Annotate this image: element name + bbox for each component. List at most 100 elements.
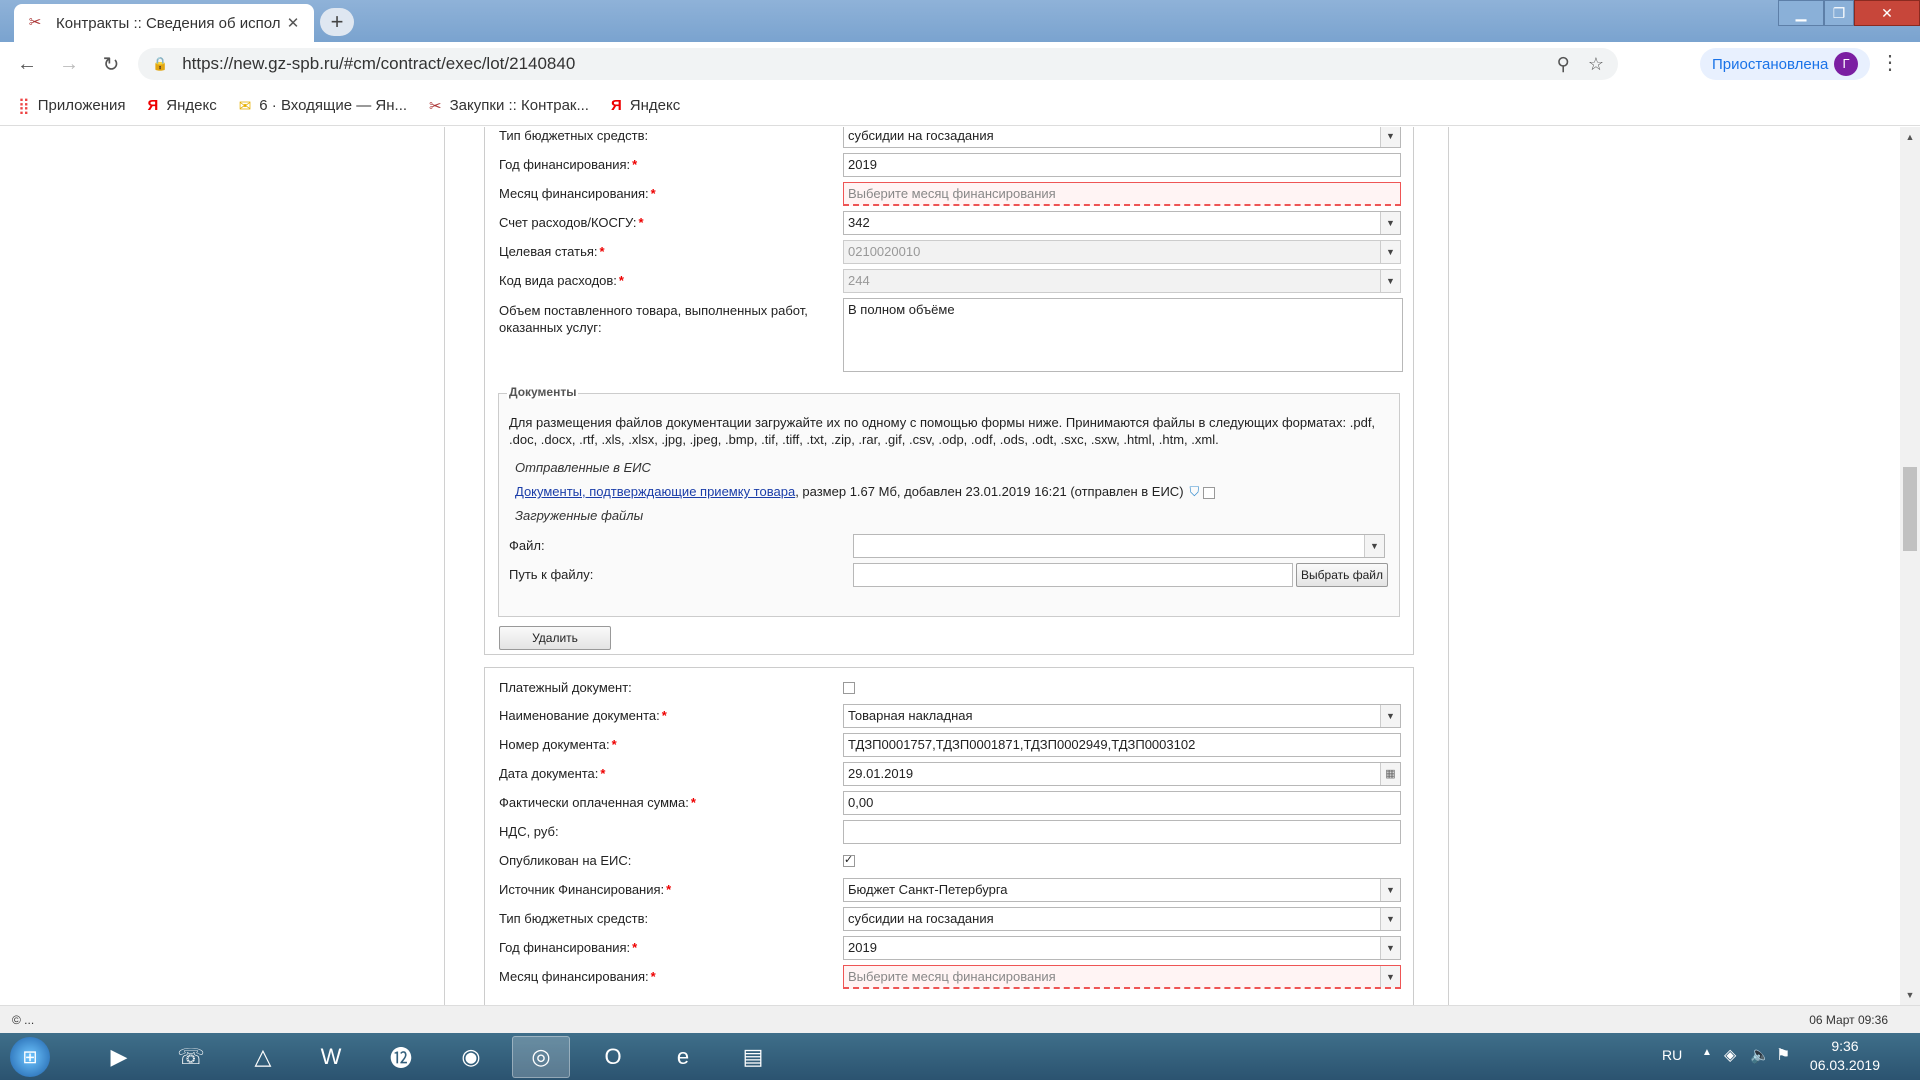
bookmark-label: Яндекс xyxy=(629,97,681,114)
published-checkbox[interactable] xyxy=(843,853,855,867)
chevron-down-icon[interactable]: ▼ xyxy=(1380,966,1400,987)
url-text[interactable]: https://new.gz-spb.ru/#cm/contract/exec/… xyxy=(182,54,1538,74)
page-content: Тип бюджетных средств: субсидии на госза… xyxy=(0,127,1900,1005)
sent-document-row: Документы, подтверждающие приемку товара… xyxy=(515,484,1216,500)
row-paid-sum: Фактически оплаченная сумма: * 0,00 xyxy=(485,789,1415,817)
action-center-flag-icon[interactable]: ⚑ xyxy=(1776,1045,1790,1065)
scroll-down-icon[interactable]: ▼ xyxy=(1900,987,1920,1003)
reload-button[interactable]: ↻ xyxy=(96,49,126,79)
back-button[interactable]: ← xyxy=(12,49,42,79)
row-kosgu: Счет расходов/КОСГУ: * 342 ▼ xyxy=(485,209,1415,237)
word-icon[interactable]: W xyxy=(302,1036,360,1078)
media-player-icon[interactable]: ▶ xyxy=(90,1036,148,1078)
row-fin-source: Источник Финансирования: * Бюджет Санкт-П… xyxy=(485,876,1415,904)
row-budget-type-2: Тип бюджетных средств: субсидии на госза… xyxy=(485,905,1415,933)
expense-code-label: Код вида расходов: * xyxy=(499,273,624,288)
doc-number-input[interactable]: ТДЗП0001757,ТДЗП0001871,ТДЗП0002949,ТДЗП… xyxy=(843,733,1401,757)
start-button[interactable]: ⊞ xyxy=(10,1037,50,1077)
bookmark-mail[interactable]: ✉ 6 · Входящие — Ян... xyxy=(239,97,407,115)
delete-button[interactable]: Удалить xyxy=(499,626,611,650)
close-window-button[interactable]: ✕ xyxy=(1854,0,1920,26)
choose-file-button[interactable]: Выбрать файл xyxy=(1296,563,1388,587)
scroll-up-icon[interactable]: ▲ xyxy=(1900,129,1920,145)
archicad-icon[interactable]: △ xyxy=(234,1036,292,1078)
internet-explorer-icon[interactable]: e xyxy=(654,1036,712,1078)
fin-month-select[interactable]: Выберите месяц финансирования ▼ xyxy=(843,965,1401,989)
firefox-icon[interactable]: ◉ xyxy=(442,1036,500,1078)
avatar: Г xyxy=(1834,52,1858,76)
file-path-input[interactable] xyxy=(853,563,1293,587)
budget-type-select[interactable]: субсидии на госзадания ▼ xyxy=(843,907,1401,931)
profile-status: Приостановлена xyxy=(1712,55,1829,73)
app-12-icon[interactable]: ⓬ xyxy=(372,1036,430,1078)
lock-icon[interactable]: 🔒 xyxy=(152,56,168,72)
row-volume: Объем поставленного товара, выполненных … xyxy=(485,296,1415,376)
browser-tab[interactable]: ✂ Контракты :: Сведения об испол ✕ xyxy=(14,4,314,42)
row-doc-date: Дата документа: * 29.01.2019 ▦ xyxy=(485,760,1415,788)
chevron-down-icon: ▼ xyxy=(1380,270,1400,292)
taskbar: ⊞ ▶ ☏ △ W ⓬ ◉ ◎ O e ▤ RU ▲ ◈ 🔈 ⚑ 9:36 06… xyxy=(0,1033,1920,1080)
minimize-button[interactable]: ▁ xyxy=(1778,0,1824,26)
documents-fieldset: Документы Для размещения файлов документ… xyxy=(498,385,1400,617)
doc-name-label: Наименование документа: * xyxy=(499,708,667,723)
doc-date-input[interactable]: 29.01.2019 ▦ xyxy=(843,762,1401,786)
scroll-thumb[interactable] xyxy=(1903,467,1917,551)
paid-sum-label: Фактически оплаченная сумма: * xyxy=(499,795,696,810)
row-doc-name: Наименование документа: * Товарная наклад… xyxy=(485,702,1415,730)
budget-type-select[interactable]: субсидии на госзадания ▼ xyxy=(843,127,1401,148)
network-icon[interactable]: ◈ xyxy=(1724,1045,1736,1065)
payment-doc-checkbox[interactable] xyxy=(843,682,855,694)
chevron-down-icon[interactable]: ▼ xyxy=(1380,212,1400,234)
language-indicator[interactable]: RU xyxy=(1662,1047,1682,1063)
gz-icon: ✂ xyxy=(429,97,442,115)
path-label: Путь к файлу: xyxy=(509,567,594,582)
page-scrollbar[interactable]: ▲ ▼ xyxy=(1900,127,1920,1005)
download-icon[interactable]: ⛉ xyxy=(1190,484,1200,500)
chevron-down-icon[interactable]: ▼ xyxy=(1380,879,1400,901)
bookmark-gz[interactable]: ✂ Закупки :: Контрак... xyxy=(429,97,589,115)
clock[interactable]: 9:36 06.03.2019 xyxy=(1810,1037,1880,1075)
doc-name-select[interactable]: Товарная накладная ▼ xyxy=(843,704,1401,728)
opera-icon[interactable]: O xyxy=(584,1036,642,1078)
volume-icon[interactable]: 🔈 xyxy=(1750,1045,1770,1065)
financing-panel-2: Платежный документ: Наименование докумен… xyxy=(484,667,1414,1005)
forward-button[interactable]: → xyxy=(54,49,84,79)
zoom-icon[interactable]: ⚲ xyxy=(1557,54,1570,75)
vat-input[interactable] xyxy=(843,820,1401,844)
volume-textarea[interactable]: В полном объёме xyxy=(843,298,1403,372)
uploaded-heading: Загруженные файлы xyxy=(515,508,644,523)
profile-button[interactable]: Приостановлена Г xyxy=(1700,48,1870,80)
chrome-icon[interactable]: ◎ xyxy=(512,1036,570,1078)
chevron-down-icon[interactable]: ▼ xyxy=(1380,937,1400,959)
bookmark-apps[interactable]: ⣿ Приложения xyxy=(18,96,125,116)
kosgu-select[interactable]: 342 ▼ xyxy=(843,211,1401,235)
new-tab-button[interactable]: + xyxy=(320,8,354,36)
fin-source-select[interactable]: Бюджет Санкт-Петербурга ▼ xyxy=(843,878,1401,902)
chevron-down-icon[interactable]: ▼ xyxy=(1364,535,1384,557)
chevron-down-icon[interactable]: ▼ xyxy=(1380,127,1400,147)
maximize-button[interactable]: ❐ xyxy=(1824,0,1854,26)
fin-year-input[interactable]: 2019 xyxy=(843,153,1401,177)
fin-month-label: Месяц финансирования: * xyxy=(499,969,656,984)
sent-document-link[interactable]: Документы, подтверждающие приемку товара xyxy=(515,484,795,499)
calendar-icon[interactable]: ▦ xyxy=(1380,763,1400,785)
documents-info: Для размещения файлов документации загру… xyxy=(509,415,1376,447)
sent-document-checkbox[interactable] xyxy=(1203,486,1216,499)
paid-sum-input[interactable]: 0,00 xyxy=(843,791,1401,815)
chevron-down-icon[interactable]: ▼ xyxy=(1380,908,1400,930)
chevron-down-icon[interactable]: ▼ xyxy=(1380,705,1400,727)
fin-month-input[interactable]: Выберите месяц финансирования xyxy=(843,182,1401,206)
bookmark-yandex-2[interactable]: Я Яндекс xyxy=(611,97,680,114)
bookmark-yandex[interactable]: Я Яндекс xyxy=(147,97,216,114)
bookmark-star-icon[interactable]: ☆ xyxy=(1588,54,1604,75)
doc-number-label: Номер документа: * xyxy=(499,737,617,752)
notepad-icon[interactable]: ▤ xyxy=(724,1036,782,1078)
fin-year-select[interactable]: 2019 ▼ xyxy=(843,936,1401,960)
browser-menu-icon[interactable]: ⋮ xyxy=(1880,50,1900,75)
close-tab-icon[interactable]: ✕ xyxy=(284,14,302,32)
tray-expand-icon[interactable]: ▲ xyxy=(1702,1047,1712,1058)
viber-icon[interactable]: ☏ xyxy=(162,1036,220,1078)
file-select[interactable]: ▼ xyxy=(853,534,1385,558)
address-bar[interactable]: 🔒 https://new.gz-spb.ru/#cm/contract/exe… xyxy=(138,48,1618,80)
bookmark-label: Закупки :: Контрак... xyxy=(449,97,589,114)
